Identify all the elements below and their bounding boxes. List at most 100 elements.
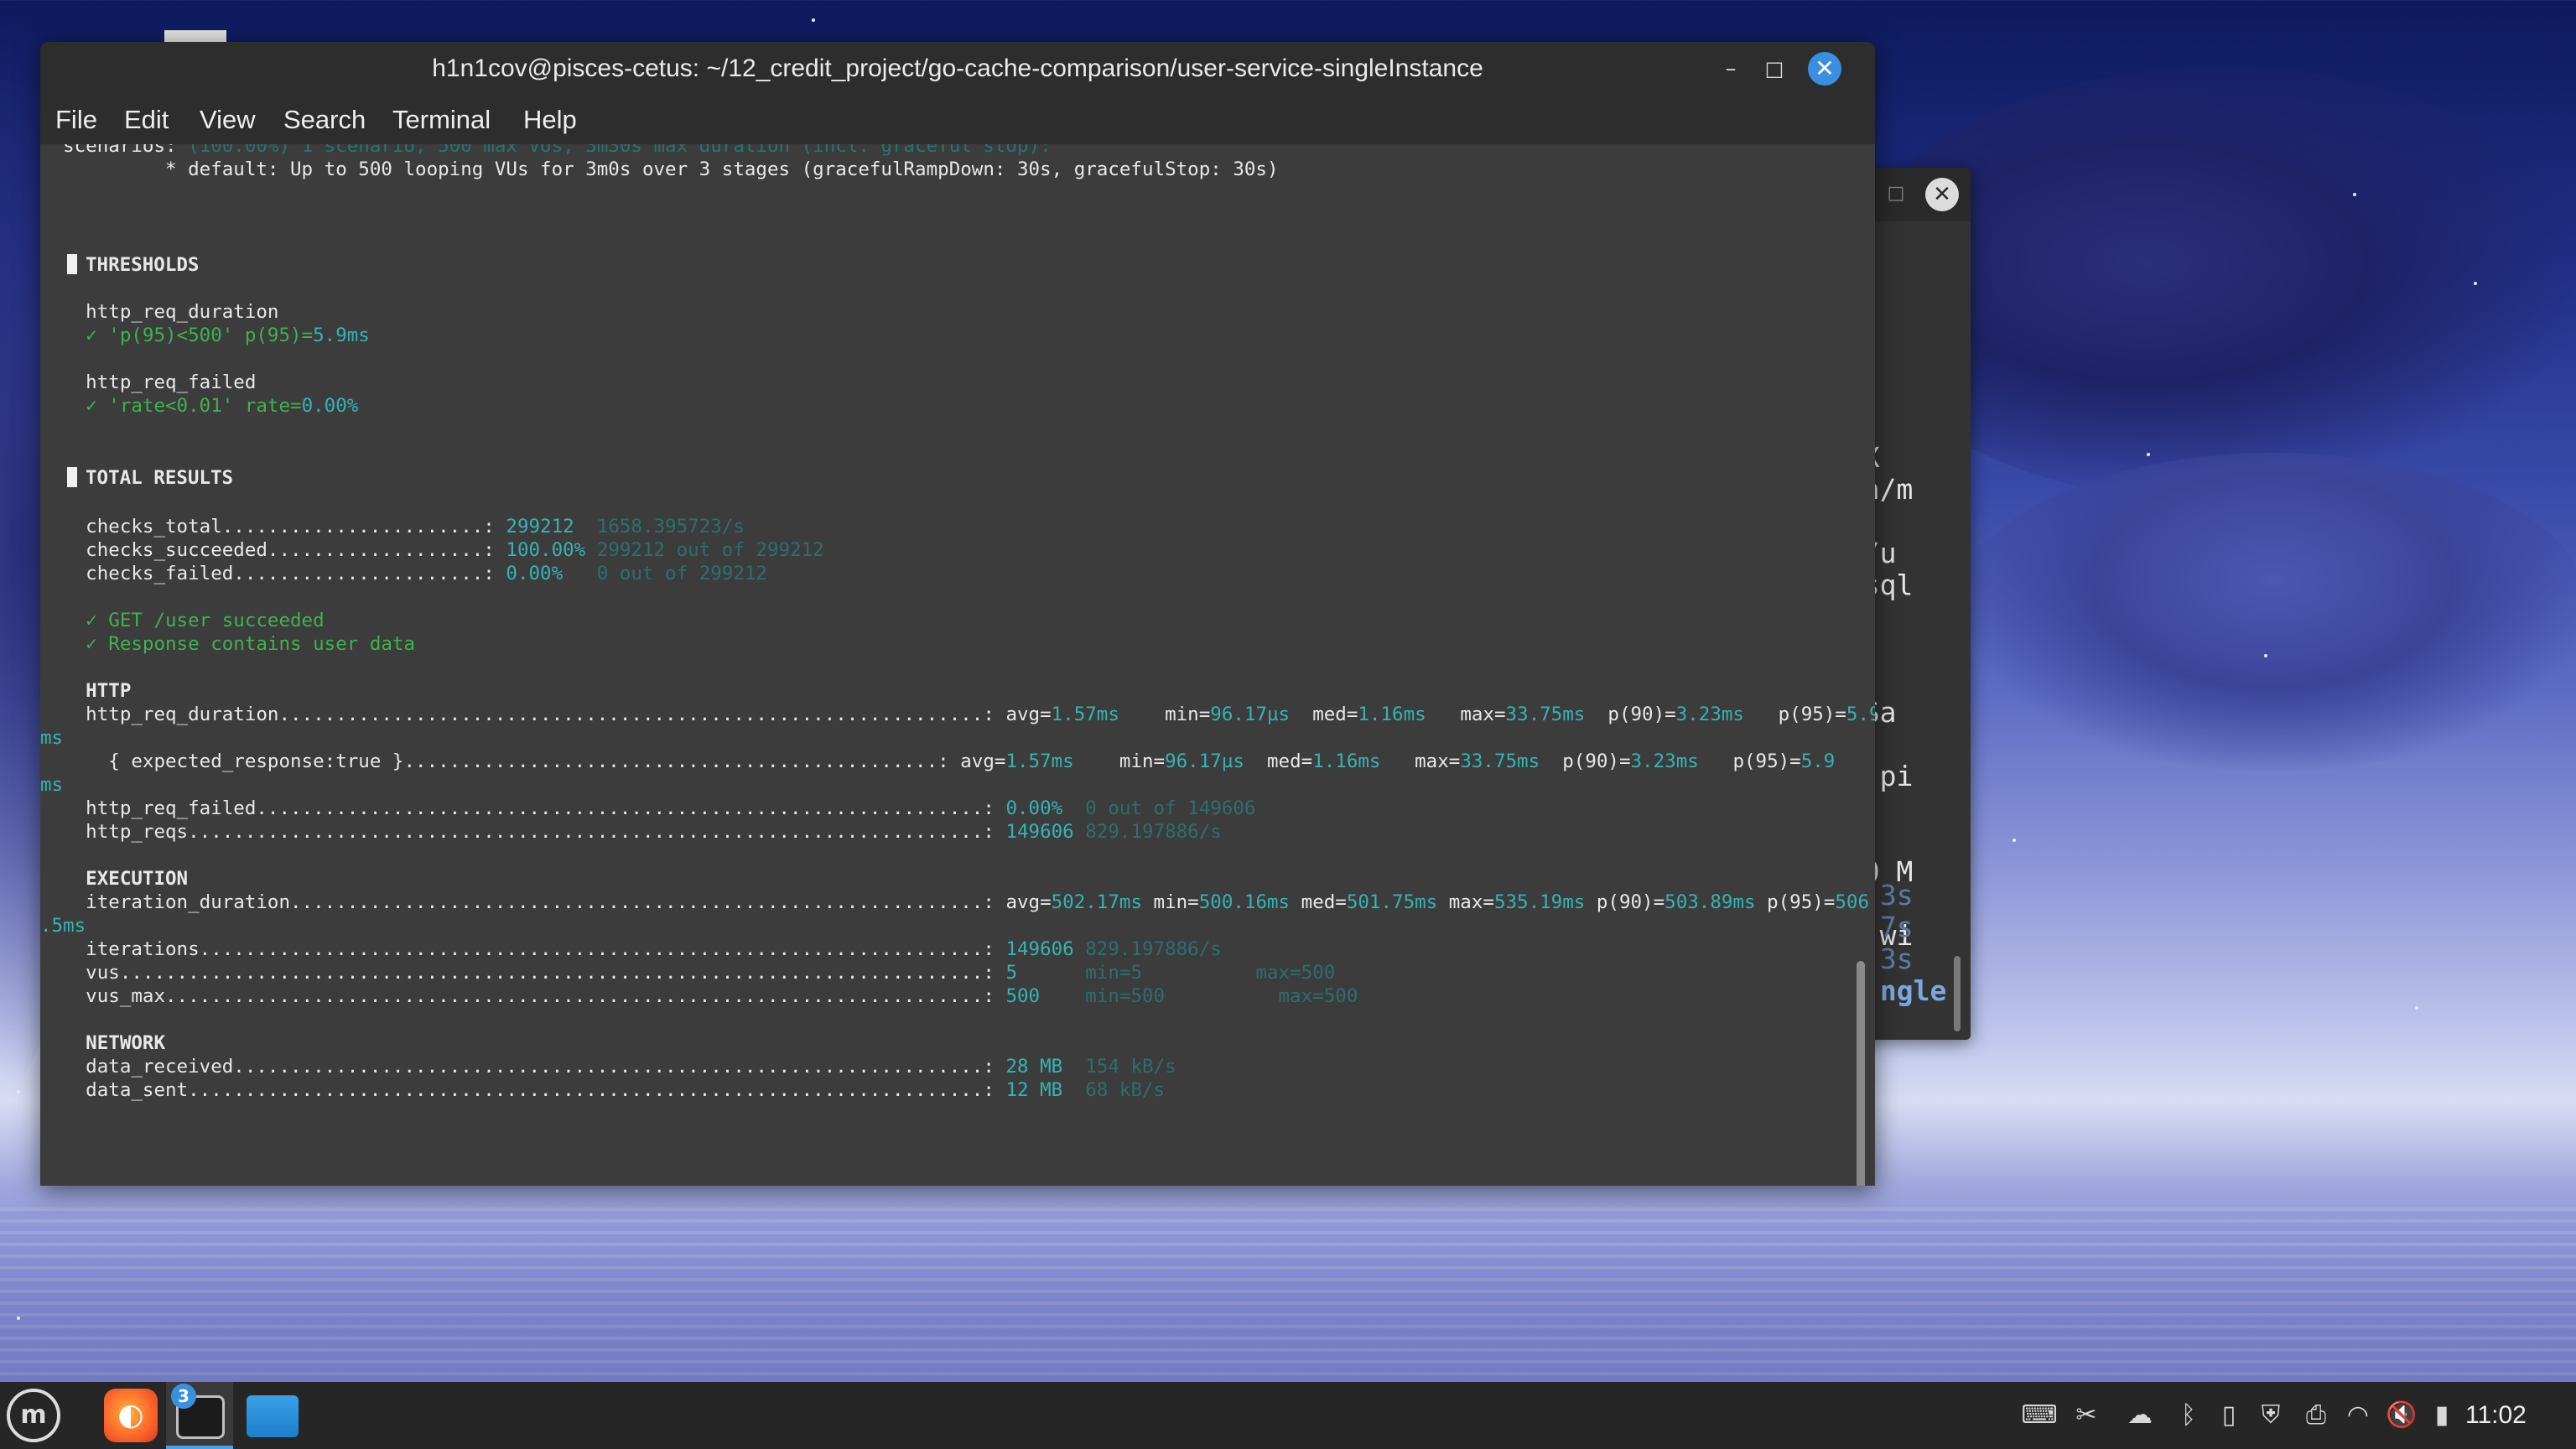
clock[interactable]: 11:02	[2465, 1399, 2527, 1432]
stat-value: 535.19ms	[1493, 891, 1586, 913]
stat-key: avg=	[960, 750, 1006, 772]
keyboard-icon[interactable]: ⌨	[2021, 1399, 2058, 1432]
terminal-window[interactable]: h1n1cov@pisces-cetus: ~/12_credit_projec…	[40, 42, 1875, 1186]
metric-rate: 68 kB/s	[1062, 1079, 1166, 1101]
linux-mint-icon[interactable]: m	[7, 1389, 60, 1442]
terminal-line: .ngle	[1863, 974, 1947, 1007]
maximize-icon[interactable]: □	[1758, 52, 1791, 86]
metric-min: min=5	[1016, 962, 1142, 984]
metric-value: 5	[1005, 962, 1017, 984]
close-icon[interactable]: ✕	[1925, 178, 1959, 211]
line-value: (100.00%) 1 scenario, 500 max VUs, 3m30s…	[188, 144, 1052, 157]
stat-key: p(90)=	[1562, 750, 1631, 772]
metric-label: http_req_duration.......................…	[40, 704, 1006, 725]
clipboard-icon[interactable]: ▯	[2210, 1399, 2247, 1432]
menu-file[interactable]: File	[55, 96, 97, 144]
maximize-icon[interactable]: □	[1887, 184, 1905, 203]
stat-value: 96.17µs	[1165, 750, 1244, 772]
stat-key: min=	[1119, 750, 1166, 772]
metric-label: checks_succeeded...................:	[40, 539, 506, 561]
metric-line: checks_total.......................: 299…	[40, 515, 745, 538]
scenario-default-line: * default: Up to 500 looping VUs for 3m0…	[40, 158, 1279, 180]
scrollbar[interactable]	[1954, 956, 1961, 1031]
threshold-check: ✓ 'p(95)<500' p(95)=5.9ms	[40, 324, 370, 347]
stat-key: min=	[1153, 891, 1199, 913]
stat-value: 500.16ms	[1198, 891, 1291, 913]
cloud-icon[interactable]: ☁	[2122, 1399, 2158, 1432]
volume-muted-icon[interactable]: 🔇	[2383, 1399, 2420, 1432]
metric-label: data_received...........................…	[40, 1056, 1006, 1078]
close-icon[interactable]: ✕	[1808, 52, 1841, 86]
check-passed: ✓ GET /user succeeded	[40, 610, 325, 631]
metric-value: 149606	[1005, 938, 1074, 960]
stat-value: 503.89ms	[1665, 891, 1756, 913]
folder-icon[interactable]	[247, 1395, 299, 1437]
printer-icon[interactable]: ⎙	[2298, 1399, 2334, 1432]
group-header-execution: EXECUTION	[40, 868, 189, 890]
menu-help[interactable]: Help	[523, 96, 577, 144]
header-text: TOTAL RESULTS	[86, 467, 234, 489]
group-header-network: NETWORK	[40, 1032, 166, 1054]
stat-value: 3.23ms	[1675, 704, 1744, 725]
stat-key: max=	[1448, 891, 1494, 913]
wifi-icon[interactable]: ◠	[2340, 1399, 2376, 1432]
stat-value: 33.75ms	[1505, 704, 1586, 725]
shield-icon[interactable]: ⛨	[2252, 1399, 2289, 1432]
battery-icon[interactable]: ▮	[2423, 1399, 2460, 1432]
metric-label: vus_max.................................…	[40, 985, 1006, 1007]
firefox-icon[interactable]: ◐	[104, 1389, 158, 1442]
wrapped-text: .5ms	[40, 915, 86, 937]
stat-value: 33.75ms	[1460, 750, 1540, 772]
stat-value: 506	[1835, 891, 1869, 913]
metric-value: 500	[1005, 985, 1041, 1007]
check-value: 5.9ms	[313, 325, 370, 346]
window-titlebar[interactable]: h1n1cov@pisces-cetus: ~/12_credit_projec…	[40, 42, 1875, 96]
metric-line: data_sent...............................…	[40, 1078, 1165, 1102]
check-text: ✓ 'rate<0.01' rate=	[40, 395, 302, 417]
check-text: ✓ 'p(95)<500' p(95)=	[40, 325, 314, 346]
stat-value: 1.57ms	[1051, 704, 1119, 725]
metric-line: vus_max.................................…	[40, 984, 1358, 1008]
header-text: THRESHOLDS	[86, 254, 200, 276]
metric-line: checks_succeeded...................: 100…	[40, 538, 824, 562]
section-marker	[67, 467, 77, 487]
wallpaper-star	[2012, 839, 2016, 842]
wallpaper-star	[2147, 453, 2150, 456]
stat-value: 1.16ms	[1312, 750, 1381, 772]
stat-key: avg=	[1005, 891, 1052, 913]
stat-value: 3.23ms	[1630, 750, 1699, 772]
metric-rate: 0 out of 299212	[563, 563, 767, 584]
metric-rate: 829.197886/s	[1073, 821, 1222, 843]
metric-line: iterations..............................…	[40, 937, 1222, 961]
bluetooth-icon[interactable]: ᛒ	[2170, 1399, 2207, 1432]
metric-value: 100.00%	[506, 539, 586, 561]
stat-value: 5.9	[1800, 750, 1836, 772]
scissors-icon[interactable]: ✂	[2068, 1399, 2105, 1432]
terminal-output[interactable]: scenarios: (100.00%) 1 scenario, 500 max…	[40, 144, 1875, 1186]
metric-line: iteration_duration......................…	[40, 891, 1869, 914]
metric-max: max=500	[1142, 962, 1336, 984]
menu-bar: File Edit View Search Terminal Help	[40, 96, 1875, 144]
metric-line: http_req_failed.........................…	[40, 797, 1255, 820]
stat-key: med=	[1301, 891, 1347, 913]
stat-key: max=	[1460, 704, 1506, 725]
window-edge-decoration	[164, 30, 226, 42]
stat-key: p(90)=	[1607, 704, 1676, 725]
wrapped-text: ms	[40, 727, 64, 749]
metric-label: checks_total.......................:	[40, 516, 506, 538]
metric-line: { expected_response:true }..............…	[40, 750, 1835, 773]
menu-terminal[interactable]: Terminal	[392, 96, 491, 144]
scrollbar-thumb[interactable]	[1857, 961, 1865, 1186]
stat-key: min=	[1165, 704, 1211, 725]
threshold-check: ✓ 'rate<0.01' rate=0.00%	[40, 394, 358, 418]
wallpaper-star	[812, 18, 815, 22]
stat-key: med=	[1267, 750, 1313, 772]
stat-value: 1.16ms	[1358, 704, 1426, 725]
menu-search[interactable]: Search	[283, 96, 366, 144]
group-header-http: HTTP	[40, 680, 132, 702]
minimize-icon[interactable]: –	[1714, 52, 1748, 86]
scenarios-line: scenarios: (100.00%) 1 scenario, 500 max…	[40, 144, 1052, 158]
stat-key: avg=	[1005, 704, 1052, 725]
menu-view[interactable]: View	[200, 96, 256, 144]
menu-edit[interactable]: Edit	[124, 96, 169, 144]
